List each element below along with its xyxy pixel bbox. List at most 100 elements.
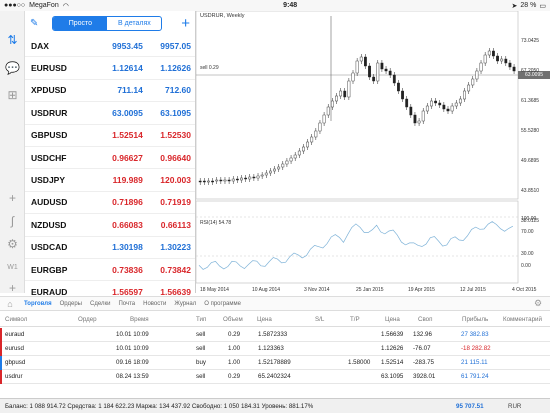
quote-row[interactable]: USDCHF 0.96627 0.96640 <box>25 147 195 170</box>
chart-title: USDRUR, Weekly <box>200 13 245 19</box>
cell-price: 1.52178889 <box>258 359 291 366</box>
objects-icon[interactable]: ⚙ <box>4 235 21 252</box>
cell-volume: 1.00 <box>228 359 241 366</box>
column-header[interactable]: Тип <box>196 313 206 327</box>
quote-symbol: XPDUSD <box>31 85 67 96</box>
quote-ask: 120.003 <box>160 175 191 186</box>
quote-row[interactable]: XPDUSD 711.14 712.60 <box>25 80 195 103</box>
cell-volume: 1.00 <box>228 345 241 352</box>
quote-ask: 0.71919 <box>160 197 191 208</box>
rsi-axis-label: 30.00 <box>521 251 534 257</box>
quote-symbol: USDCHF <box>31 152 67 163</box>
column-header[interactable]: Цена <box>385 313 400 327</box>
y-axis-label: 43.8510 <box>521 188 540 194</box>
cell-swap: 132.96 <box>413 331 432 338</box>
cell-price: 1.123363 <box>258 345 284 352</box>
column-header[interactable]: Ордер <box>78 313 97 327</box>
column-header[interactable]: Время <box>130 313 149 327</box>
tab-item[interactable]: Почта <box>118 301 135 307</box>
column-header[interactable]: Символ <box>5 313 27 327</box>
status-bar: ●●●○○ MegaFon ◠ 9:48 ➤ 28 % ▭ <box>0 0 550 11</box>
column-header[interactable]: Прибыль <box>462 313 488 327</box>
sell-order-label: sell 0.29 <box>200 65 219 71</box>
total-profit: 95 707.51 <box>456 403 484 410</box>
y-axis-label: 61.3685 <box>521 98 540 104</box>
chart-area[interactable]: USDRUR, Weekly sell 0.29 RSI(14) 54.78 6… <box>196 11 550 296</box>
period-w1-label[interactable]: W1 <box>4 259 21 276</box>
battery-label: 28 % <box>520 2 537 9</box>
y-axis-label: 49.6895 <box>521 158 540 164</box>
add-symbol-icon[interactable]: + <box>181 16 190 31</box>
quote-symbol: AUDUSD <box>31 197 68 208</box>
new-document-icon[interactable]: ⊞ <box>4 86 21 103</box>
cell-cur: 1.56639 <box>381 331 404 338</box>
quote-row[interactable]: DAX 9953.45 9957.05 <box>25 35 195 58</box>
currency-label: RUR <box>508 403 522 410</box>
quote-row[interactable]: USDCAD 1.30198 1.30223 <box>25 237 195 259</box>
quote-symbol: NZDUSD <box>31 219 67 230</box>
cell-swap: 3928.01 <box>413 373 436 380</box>
quote-symbol: DAX <box>31 40 49 51</box>
quote-ask: 712.60 <box>165 85 191 96</box>
tab-item[interactable]: Сделки <box>90 301 110 307</box>
x-axis-label: 25 Jan 2015 <box>356 287 384 293</box>
x-axis-label: 3 Nov 2014 <box>304 287 330 293</box>
column-header[interactable]: Своп <box>418 313 432 327</box>
quote-bid: 0.66083 <box>112 219 143 230</box>
tab-item[interactable]: Ордеры <box>60 301 82 307</box>
quote-row[interactable]: NZDUSD 0.66083 0.66113 <box>25 214 195 237</box>
position-row[interactable]: usdrur 08.24 13:59 sell 0.29 65.2402324 63.10… <box>0 370 550 384</box>
cell-cur: 63.1095 <box>381 373 404 380</box>
add-chart-icon[interactable]: + <box>4 279 21 296</box>
tab-item[interactable]: Торговля <box>24 301 52 307</box>
position-row[interactable]: gbpusd 09.16 18:09 buy 1.00 1.52178889 1.5800… <box>0 356 550 370</box>
quote-symbol: EURUSD <box>31 63 67 74</box>
quote-ask: 9957.05 <box>160 40 191 51</box>
rsi-axis-label: 70.00 <box>521 229 534 235</box>
quote-row[interactable]: USDRUR 63.0095 63.1095 <box>25 102 195 125</box>
column-header[interactable]: Комментарий <box>503 313 542 327</box>
cell-swap: -283.75 <box>413 359 434 366</box>
quotes-icon[interactable]: ⇅ <box>4 31 21 48</box>
quote-row[interactable]: EURGBP 0.73836 0.73842 <box>25 259 195 282</box>
crosshair-icon[interactable]: + <box>4 189 21 206</box>
quote-row[interactable]: AUDUSD 0.71896 0.71919 <box>25 192 195 215</box>
tab-item[interactable]: Новости <box>143 301 166 307</box>
column-header[interactable]: Объем <box>223 313 243 327</box>
quote-row[interactable]: GBPUSD 1.52514 1.52530 <box>25 125 195 147</box>
position-marker <box>0 370 2 384</box>
home-icon[interactable]: ⌂ <box>0 299 20 309</box>
x-axis-label: 19 Apr 2015 <box>408 287 435 293</box>
cell-profit: 27 382.83 <box>461 331 489 338</box>
edit-icon[interactable]: ✎ <box>30 18 38 29</box>
chat-icon[interactable]: 💬 <box>4 59 21 76</box>
quote-symbol: GBPUSD <box>31 130 68 141</box>
column-header[interactable]: Цена <box>257 313 272 327</box>
quote-row[interactable]: EURUSD 1.12614 1.12626 <box>25 57 195 80</box>
quote-bid: 0.73836 <box>112 264 143 275</box>
battery-icon: ▭ <box>539 2 546 10</box>
cell-swap: -76.07 <box>413 345 431 352</box>
positions-header: Символ Ордер Время Тип Объем Цена S/L T/P Цена Св… <box>0 313 550 327</box>
column-header[interactable]: T/P <box>350 313 360 327</box>
carrier-label: MegaFon <box>29 2 59 9</box>
quote-symbol: USDJPY <box>31 175 66 186</box>
tab-item[interactable]: Журнал <box>174 301 196 307</box>
settings-icon[interactable]: ⚙ <box>534 298 550 309</box>
x-axis-label: 4 Oct 2015 <box>512 287 537 293</box>
rsi-axis-label: 100.00 <box>521 216 537 222</box>
quote-bid: 119.989 <box>112 175 143 186</box>
position-row[interactable]: eurusd 10.01 10:09 sell 1.00 1.123363 1.12626… <box>0 342 550 356</box>
indicators-icon[interactable]: ∫ <box>4 212 21 229</box>
toggle-details[interactable]: В деталях <box>107 17 161 30</box>
tab-item[interactable]: О программе <box>204 301 241 307</box>
toggle-simple[interactable]: Просто <box>53 16 108 30</box>
chart-canvas[interactable] <box>196 11 550 296</box>
quote-ask: 0.73842 <box>160 264 191 275</box>
rsi-axis-label: 0.00 <box>521 263 531 269</box>
quote-row[interactable]: USDJPY 119.989 120.003 <box>25 169 195 192</box>
position-row[interactable]: euraud 10.01 10:09 sell 0.29 1.5872333 1.5663… <box>0 328 550 342</box>
cell-type: buy <box>196 359 206 366</box>
column-header[interactable]: S/L <box>315 313 324 327</box>
cell-symbol: usdrur <box>5 373 23 380</box>
